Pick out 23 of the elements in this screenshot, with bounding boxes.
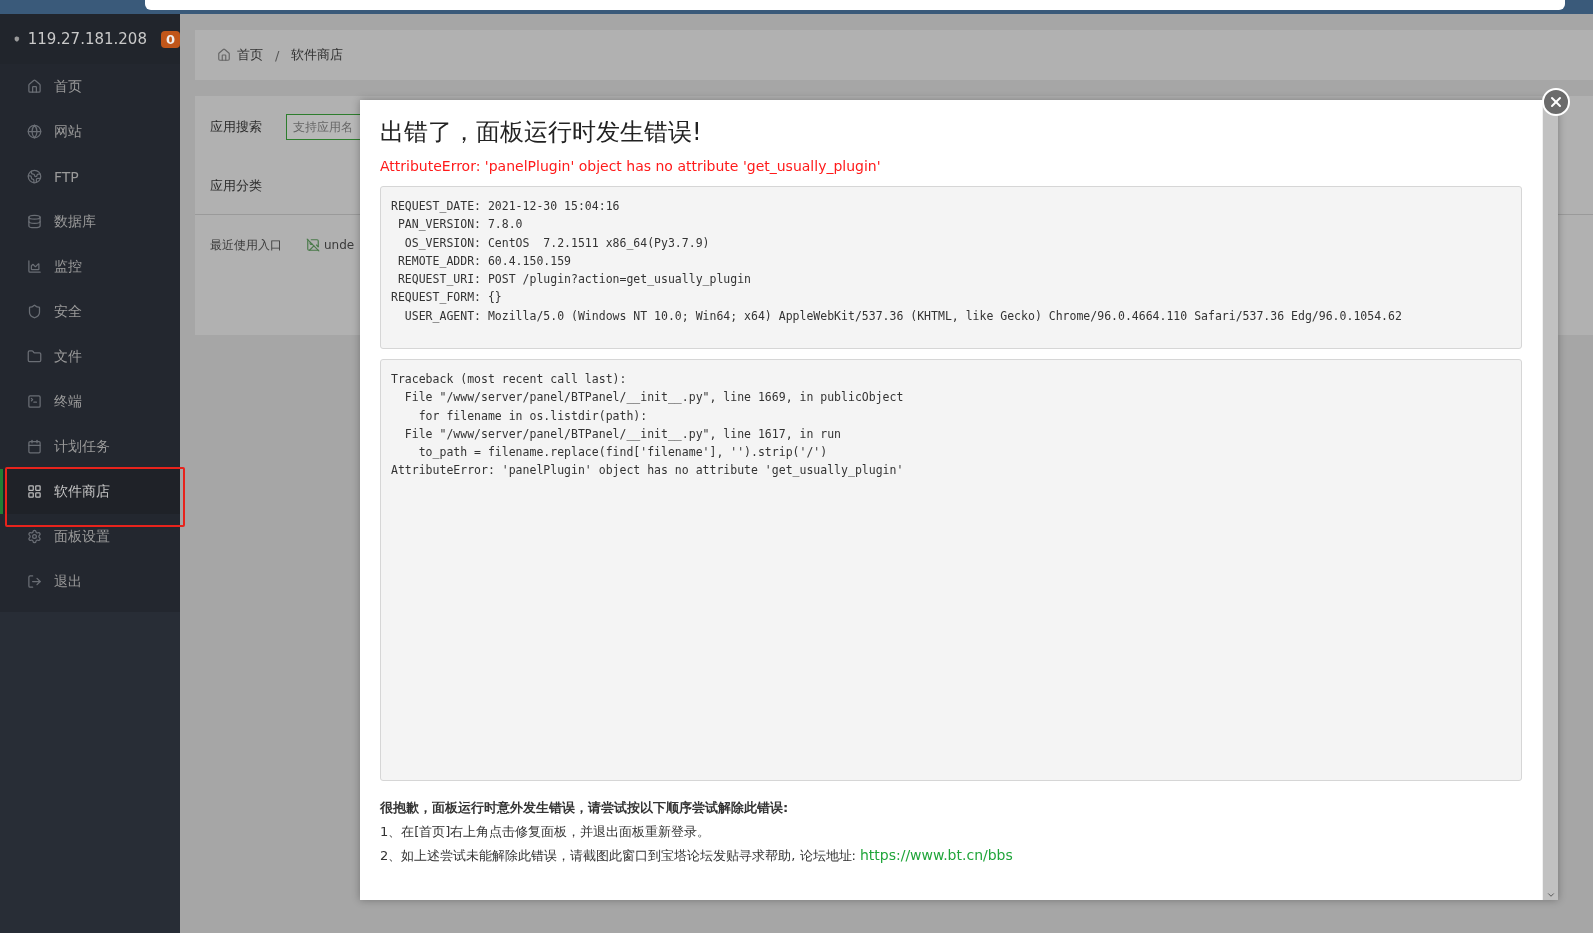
code-line: File "/www/server/panel/BTPanel/__init__.py", line 1669, in publicObject [403, 389, 905, 407]
help-title: 很抱歉，面板运行时意外发生错误，请尝试按以下顺序尝试解除此错误: [380, 799, 790, 817]
code-line: REQUEST_DATE: 2021-12-30 15:04:16 [391, 198, 621, 215]
code-line: USER_AGENT: Mozilla/5.0 (Windows NT 10.0; Win64; x64) AppleWebKit/537.36 (KHTML, like Gecko) Chrome/96.0.4664.110 Safari/537.36 Edg/96.0.1054.62 [403, 307, 1403, 325]
code-line: REQUEST_FORM: {} [391, 289, 503, 307]
search-label: 应用搜索 [210, 118, 262, 136]
code-line: OS_VERSION: CentOS 7.2.1511 x86_64(Py3.7.9) [403, 234, 711, 252]
code-line: REQUEST_URI: POST /plugin?action=get_usually_plugin [396, 271, 753, 289]
server-ip: 119.27.181.208 [27, 30, 147, 48]
code-line: AttributeError: 'panelPlugin' object has no attribute 'get_usually_plugin' [391, 462, 905, 480]
code-line: File "/www/server/panel/BTPanel/__init__.py", line 1617, in run [403, 425, 843, 443]
breadcrumb-separator: / [275, 47, 280, 63]
error-message: AttributeError: 'panelPlugin' object has no attribute 'get_usually_plugin' [380, 158, 882, 174]
recent-label: 最近使用入口 [210, 236, 282, 254]
category-label: 应用分类 [210, 177, 262, 195]
help-text: 2、如上述尝试未能解除此错误，请截图此窗口到宝塔论坛发贴寻求帮助, 论坛地址: [380, 847, 856, 865]
code-line: for filename in os.listdir(path): [417, 407, 649, 425]
code-line: REMOTE_ADDR: 60.4.150.159 [396, 252, 572, 270]
dialog-title: 出错了，面板运行时发生错误! [380, 117, 703, 148]
code-line: Traceback (most recent call last): [391, 371, 628, 388]
code-line: PAN_VERSION: 7.8.0 [396, 216, 524, 234]
help-text: 1、在[首页]右上角点击修复面板，并退出面板重新登录。 [380, 823, 712, 841]
code-line: to_path = filename.replace(find['filename'], '').strip('/') [417, 444, 829, 462]
